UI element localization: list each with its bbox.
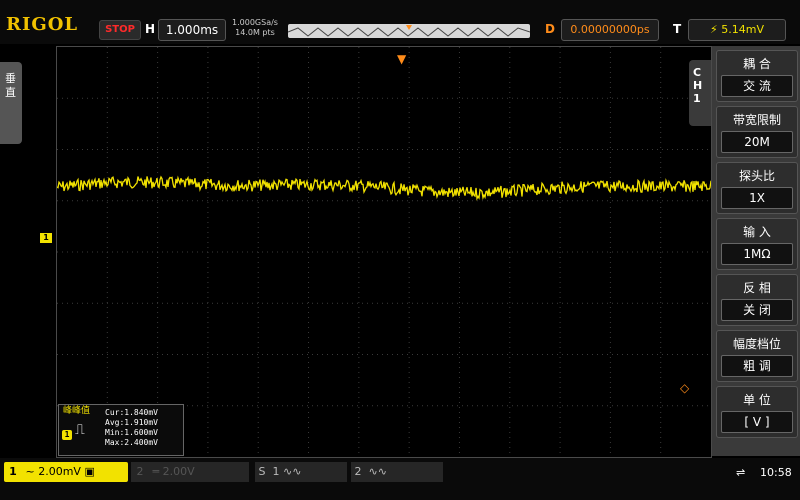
math-status-tab[interactable]: S 1 ∿∿ xyxy=(255,462,347,482)
ch2-status-tab[interactable]: 2 ═ 2.00V xyxy=(131,462,249,482)
menu-coupling-value: 交 流 xyxy=(721,75,793,97)
memory-waveform-overview xyxy=(288,25,530,37)
run-stop-indicator[interactable]: STOP xyxy=(99,20,141,40)
measure-cur: Cur:1.840mV xyxy=(105,408,158,417)
menu-unit-value: [ V ] xyxy=(721,411,793,433)
menu-input-value: 1MΩ xyxy=(721,243,793,265)
trigger-status[interactable]: ⚡ 5.14mV xyxy=(688,19,786,41)
menu-unit-button[interactable]: 单 位 [ V ] xyxy=(716,386,798,438)
bw-limit-icon: ▣ xyxy=(84,465,95,478)
measurement-values: Cur:1.840mV Avg:1.910mV Min:1.600mV Max:2.4… xyxy=(105,408,158,448)
math-label: S xyxy=(258,465,266,478)
vertical-panel-label: 垂直 xyxy=(5,72,16,99)
menu-invert-value: 关 闭 xyxy=(721,299,793,321)
menu-invert-title: 反 相 xyxy=(743,281,771,295)
ref-status-tab[interactable]: 2 ∿∿ xyxy=(351,462,443,482)
ch2-index: 2 xyxy=(136,465,144,478)
menu-probe-value: 1X xyxy=(721,187,793,209)
sine-wave-icon: ∿∿ xyxy=(368,465,387,478)
delay-value[interactable]: 0.00000000ps xyxy=(561,19,659,41)
menu-input-title: 输 入 xyxy=(743,225,771,239)
ch1-scale: ~ 2.00mV xyxy=(25,465,81,478)
sample-rate: 1.000GSa/s xyxy=(232,18,278,27)
math-index: 1 xyxy=(272,465,280,478)
timebase-value[interactable]: 1.000ms xyxy=(158,19,226,41)
sine-wave-icon: ∿∿ xyxy=(283,465,302,478)
trigger-level: 5.14mV xyxy=(721,23,764,36)
menu-unit-title: 单 位 xyxy=(743,393,771,407)
menu-vscale-button[interactable]: 幅度档位 粗 调 xyxy=(716,330,798,382)
horizontal-label: H xyxy=(145,22,156,36)
memory-depth: 14.0M pts xyxy=(235,28,275,37)
ch1-waveform-trace xyxy=(56,175,712,201)
delay-label: D xyxy=(545,22,555,36)
trigger-label: T xyxy=(673,22,682,36)
graticule-svg xyxy=(56,47,712,457)
measure-avg: Avg:1.910mV xyxy=(105,418,158,427)
sample-rate-info: 1.000GSa/s 14.0M pts xyxy=(229,18,281,38)
trigger-position-marker[interactable]: ▼ xyxy=(397,52,406,66)
menu-input-button[interactable]: 输 入 1MΩ xyxy=(716,218,798,270)
trigger-edge-icon: ⚡ xyxy=(710,23,722,36)
trigger-level-marker[interactable]: ◇ xyxy=(680,381,689,395)
ch1-offset-marker[interactable]: 1 xyxy=(40,233,52,243)
waveform-display[interactable] xyxy=(56,46,712,458)
menu-invert-button[interactable]: 反 相 关 闭 xyxy=(716,274,798,326)
ch2-scale: 2.00V xyxy=(162,465,195,478)
menu-bandwidth-button[interactable]: 带宽限制 20M xyxy=(716,106,798,158)
ch1-menu-tab[interactable]: CH1 xyxy=(689,60,711,126)
menu-vscale-title: 幅度档位 xyxy=(732,337,781,351)
ch1-status-tab[interactable]: 1 ~ 2.00mV ▣ xyxy=(4,462,128,482)
system-clock: 10:58 xyxy=(760,466,792,479)
measure-min: Min:1.600mV xyxy=(105,428,158,437)
peak-peak-icon: ⎍ xyxy=(75,422,85,438)
menu-bandwidth-title: 带宽限制 xyxy=(732,113,781,127)
measurement-panel: 峰峰值 1 ⎍ Cur:1.840mV Avg:1.910mV Min:1.600m… xyxy=(58,404,184,456)
menu-vscale-value: 粗 调 xyxy=(721,355,793,377)
menu-probe-button[interactable]: 探头比 1X xyxy=(716,162,798,214)
usb-icon: ⇌ xyxy=(736,466,746,479)
menu-probe-title: 探头比 xyxy=(738,169,775,183)
memory-overview-bar xyxy=(288,24,530,38)
measurement-channel-badge: 1 xyxy=(62,430,72,440)
menu-bandwidth-value: 20M xyxy=(721,131,793,153)
ch1-index: 1 xyxy=(9,465,17,478)
ch1-menu-tab-label: CH1 xyxy=(693,66,703,105)
ch2-coupling-icon: ═ xyxy=(152,465,163,478)
measurement-title: 峰峰值 xyxy=(63,406,91,416)
menu-coupling-title: 耦 合 xyxy=(743,57,771,71)
menu-coupling-button[interactable]: 耦 合 交 流 xyxy=(716,50,798,102)
rigol-logo: RIGOL xyxy=(6,14,79,35)
measure-max: Max:2.400mV xyxy=(105,438,158,447)
ref-index: 2 xyxy=(354,465,362,478)
graticule-lines xyxy=(57,47,711,457)
